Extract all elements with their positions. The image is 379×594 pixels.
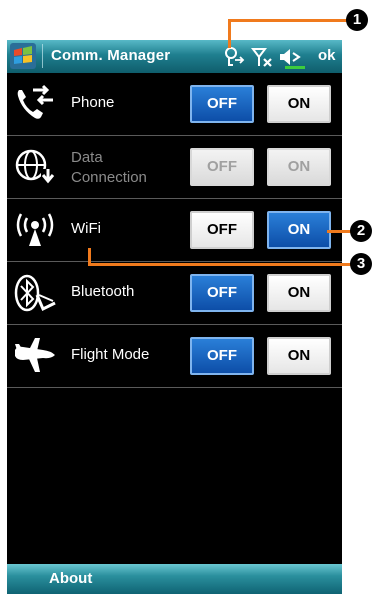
callout-2-line: [327, 230, 352, 233]
phone-on-button[interactable]: ON: [267, 85, 331, 123]
callout-1-badge: 1: [346, 9, 368, 31]
device-screen: Comm. Manager ok Phone OFF ON Data Conne…: [7, 40, 342, 594]
ok-button[interactable]: ok: [318, 47, 336, 64]
wifi-icon: [16, 213, 54, 246]
row-bluetooth: Bluetooth OFF ON: [7, 262, 342, 325]
connectivity-icon[interactable]: [223, 46, 245, 68]
callout-1-drop: [228, 19, 231, 48]
callout-1-line: [228, 19, 347, 22]
data-off-button[interactable]: OFF: [190, 148, 254, 186]
phone-icon: [17, 84, 53, 119]
data-connection-icon: [15, 149, 55, 184]
row-data-connection: Data Connection OFF ON: [7, 136, 342, 199]
row-label-flight-mode: Flight Mode: [71, 346, 150, 363]
flight-off-button[interactable]: OFF: [190, 337, 254, 375]
app-title: Comm. Manager: [51, 47, 171, 64]
start-menu-icon[interactable]: [10, 43, 36, 69]
row-phone: Phone OFF ON: [7, 73, 342, 136]
bluetooth-icon: [14, 274, 56, 312]
row-label-data-connection: Data Connection: [71, 149, 147, 186]
callout-2-badge: 2: [350, 220, 372, 242]
flight-on-button[interactable]: ON: [267, 337, 331, 375]
wifi-off-button[interactable]: OFF: [190, 211, 254, 249]
data-on-button[interactable]: ON: [267, 148, 331, 186]
callout-3-badge: 3: [350, 253, 372, 275]
signal-off-icon[interactable]: [251, 46, 273, 68]
bluetooth-on-button[interactable]: ON: [267, 274, 331, 312]
phone-off-button[interactable]: OFF: [190, 85, 254, 123]
speaker-icon[interactable]: [277, 46, 307, 70]
title-separator: [42, 44, 43, 68]
row-label-wifi: WiFi: [71, 220, 101, 237]
title-bar: Comm. Manager ok: [7, 40, 342, 73]
callout-3-line: [88, 263, 352, 266]
airplane-icon: [15, 338, 55, 372]
row-wifi: WiFi OFF ON: [7, 199, 342, 262]
row-label-bluetooth: Bluetooth: [71, 283, 135, 300]
wifi-on-button[interactable]: ON: [267, 211, 331, 249]
softkey-bar: About: [7, 564, 342, 594]
bluetooth-off-button[interactable]: OFF: [190, 274, 254, 312]
row-flight-mode: Flight Mode OFF ON: [7, 325, 342, 388]
about-softkey[interactable]: About: [49, 570, 92, 587]
row-label-phone: Phone: [71, 94, 115, 111]
